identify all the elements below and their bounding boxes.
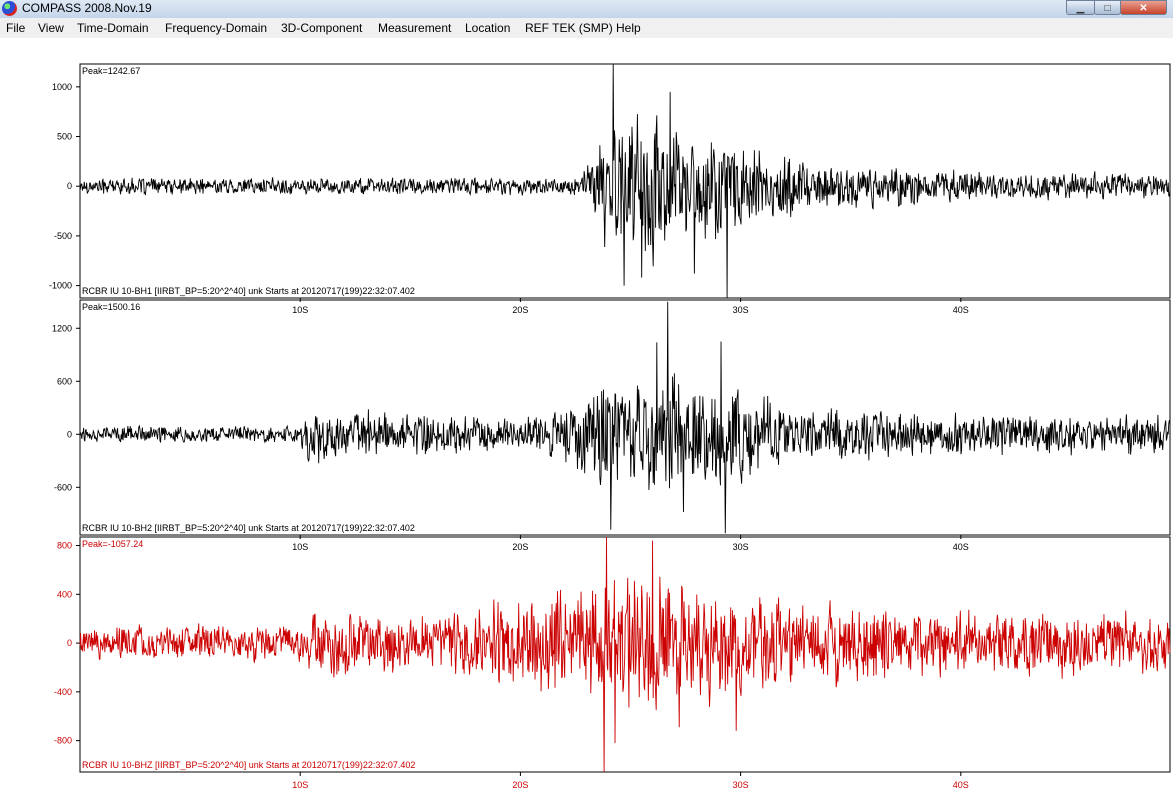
maximize-button[interactable]: □ — [1094, 0, 1121, 15]
trace-info-label: RCBR IU 10-BH2 [IIRBT_BP=5:20^2^40] unk … — [82, 523, 415, 533]
x-tick-label: 10S — [292, 542, 308, 552]
menu-measurement[interactable]: Measurement — [378, 21, 451, 35]
y-tick-label: 0 — [67, 429, 72, 439]
title-bar[interactable]: COMPASS 2008.Nov.19 ▁ □ ✕ — [0, 0, 1173, 18]
peak-label: Peak=1500.16 — [82, 302, 140, 312]
peak-label: Peak=-1057.24 — [82, 539, 143, 549]
y-tick-label: 600 — [57, 376, 72, 386]
menu-file[interactable]: File — [6, 21, 25, 35]
x-tick-label: 10S — [292, 305, 308, 315]
close-button[interactable]: ✕ — [1120, 0, 1167, 15]
y-tick-label: -1000 — [49, 281, 72, 291]
trace-panel-1[interactable]: 1000 500 0 -500 -1000 10S 20S 30S 40S Peak=1242.6… — [49, 63, 1171, 315]
y-tick-label: 800 — [57, 541, 72, 551]
menu-time-domain[interactable]: Time-Domain — [77, 21, 149, 35]
x-tick-label: 40S — [953, 780, 969, 790]
seismic-trace-line — [79, 536, 1171, 773]
y-tick-label: -800 — [54, 736, 72, 746]
menu-frequency-domain[interactable]: Frequency-Domain — [165, 21, 267, 35]
x-tick-label: 40S — [953, 305, 969, 315]
menu-help[interactable]: Help — [616, 21, 641, 35]
y-tick-label: -500 — [54, 231, 72, 241]
x-tick-label: 30S — [733, 780, 749, 790]
x-tick-label: 30S — [733, 305, 749, 315]
menu-ref-tek-smp[interactable]: REF TEK (SMP) — [525, 21, 613, 35]
minimize-button[interactable]: ▁ — [1066, 0, 1095, 15]
y-tick-label: 1200 — [52, 323, 72, 333]
x-tick-label: 20S — [512, 780, 528, 790]
seismogram-plot-area[interactable]: 1000 500 0 -500 -1000 10S 20S 30S 40S Peak=1242.6… — [0, 38, 1173, 797]
y-tick-label: 400 — [57, 589, 72, 599]
trace-panel-2[interactable]: 1200 600 0 -600 10S 20S 30S 40S Peak=1500.16 RCBR… — [52, 299, 1171, 552]
y-tick-label: 0 — [67, 638, 72, 648]
trace-info-label: RCBR IU 10-BH1 [IIRBT_BP=5:20^2^40] unk … — [82, 286, 415, 296]
menu-location[interactable]: Location — [465, 21, 510, 35]
menu-view[interactable]: View — [38, 21, 64, 35]
y-tick-label: -400 — [54, 687, 72, 697]
menu-3d-component[interactable]: 3D-Component — [281, 21, 362, 35]
peak-label: Peak=1242.67 — [82, 66, 140, 76]
y-tick-label: 0 — [67, 181, 72, 191]
app-globe-icon — [2, 1, 17, 16]
x-tick-label: 30S — [733, 542, 749, 552]
x-tick-label: 20S — [512, 542, 528, 552]
trace-info-label: RCBR IU 10-BHZ [IIRBT_BP=5:20^2^40] unk … — [82, 760, 415, 770]
trace-panel-3[interactable]: 800 400 0 -400 -800 10S 20S 30S 40S Peak=-1057.24… — [54, 536, 1171, 790]
window-title: COMPASS 2008.Nov.19 — [22, 1, 152, 15]
y-tick-label: 500 — [57, 132, 72, 142]
seismic-trace-line — [79, 301, 1171, 534]
seismic-trace-line — [79, 63, 1171, 299]
menu-bar: File View Time-Domain Frequency-Domain 3… — [0, 18, 1173, 38]
y-tick-label: -600 — [54, 482, 72, 492]
y-tick-label: 1000 — [52, 82, 72, 92]
x-tick-label: 40S — [953, 542, 969, 552]
x-tick-label: 20S — [512, 305, 528, 315]
x-tick-label: 10S — [292, 780, 308, 790]
